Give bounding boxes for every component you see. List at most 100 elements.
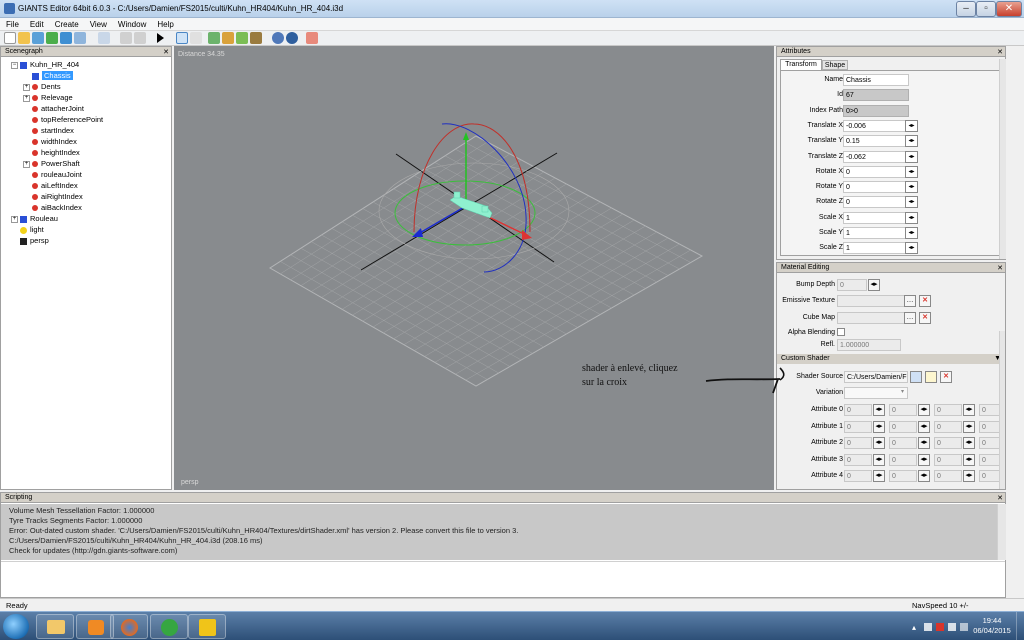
maximize-button[interactable]: ▫ <box>976 1 996 17</box>
value-spinner[interactable]: ◂▸ <box>963 437 975 449</box>
material-scrollbar[interactable] <box>999 331 1005 489</box>
cubemap-field[interactable] <box>837 312 905 324</box>
tab-shape[interactable]: Shape <box>822 60 848 70</box>
attribute-field[interactable]: 1 <box>843 211 909 224</box>
close-icon[interactable]: ✕ <box>997 494 1003 502</box>
expand-icon[interactable]: + <box>23 94 30 102</box>
shader-attribute-field[interactable]: 0 <box>889 470 917 482</box>
menu-window[interactable]: Window <box>112 18 151 30</box>
tray-chevron-icon[interactable]: ▴ <box>912 623 916 632</box>
alpha-checkbox[interactable] <box>837 328 845 336</box>
refresh-icon[interactable] <box>46 32 58 44</box>
snapshot-icon[interactable] <box>98 32 110 44</box>
play-icon[interactable] <box>157 33 164 43</box>
shader-attribute-field[interactable]: 0 <box>889 437 917 449</box>
shader-attribute-field[interactable]: 0 <box>844 470 872 482</box>
value-spinner[interactable]: ◂▸ <box>905 165 918 178</box>
shader-attribute-field[interactable]: 0 <box>934 470 962 482</box>
tree-item[interactable]: + PowerShaft <box>23 158 80 169</box>
tree-item[interactable]: heightIndex <box>23 147 80 158</box>
refl-field[interactable]: 1.000000 <box>837 339 901 351</box>
expand-icon[interactable]: + <box>23 160 30 168</box>
taskbar-firefox[interactable] <box>110 614 148 639</box>
value-spinner[interactable]: ◂▸ <box>905 135 918 148</box>
value-spinner[interactable]: ◂▸ <box>963 453 975 466</box>
shader-attribute-field[interactable]: 0 <box>934 404 962 416</box>
open-folder-icon[interactable] <box>18 32 30 44</box>
new-file-icon[interactable] <box>925 371 937 383</box>
remove-shader-icon[interactable]: ✕ <box>940 371 952 383</box>
browse-button[interactable]: … <box>904 295 916 307</box>
new-file-icon[interactable] <box>4 32 16 44</box>
bump-depth-field[interactable]: 0 <box>837 279 867 291</box>
tree-item[interactable]: + Rouleau <box>11 213 58 224</box>
taskbar-media-player[interactable] <box>76 614 114 639</box>
taskbar-utorrent[interactable] <box>150 614 188 639</box>
shader-attribute-field[interactable]: 0 <box>934 420 962 433</box>
attributes-scrollbar[interactable] <box>999 59 1006 259</box>
shader-source-field[interactable]: C:/Users/Damien/F <box>844 371 908 383</box>
tree-item[interactable]: light <box>11 224 44 235</box>
menu-view[interactable]: View <box>84 18 112 30</box>
undo-icon[interactable] <box>120 32 132 44</box>
tab-transform[interactable]: Transform <box>780 59 822 70</box>
shader-attribute-field[interactable]: 0 <box>889 420 917 433</box>
lasso-tool-icon[interactable] <box>190 32 202 44</box>
shader-attribute-field[interactable]: 0 <box>934 437 962 449</box>
emissive-field[interactable] <box>837 295 905 307</box>
preferences-icon[interactable] <box>286 32 298 44</box>
value-spinner[interactable]: ◂▸ <box>918 404 930 416</box>
value-spinner[interactable]: ◂▸ <box>918 470 930 482</box>
attribute-field[interactable]: 1 <box>843 242 909 255</box>
value-spinner[interactable]: ◂▸ <box>873 470 885 482</box>
value-spinner[interactable]: ◂▸ <box>918 420 930 433</box>
value-spinner[interactable]: ◂▸ <box>873 404 885 416</box>
value-spinner[interactable]: ◂▸ <box>918 453 930 466</box>
shader-attribute-field[interactable]: 0 <box>934 453 962 466</box>
shader-attribute-field[interactable]: 0 <box>889 404 917 416</box>
value-spinner[interactable]: ◂▸ <box>963 420 975 433</box>
redo-icon[interactable] <box>134 32 146 44</box>
attribute-field[interactable]: 0 <box>843 196 909 209</box>
taskbar-explorer[interactable] <box>36 614 74 639</box>
action-center-icon[interactable] <box>936 623 944 631</box>
start-button[interactable] <box>3 614 29 639</box>
bump-depth-spinner[interactable]: ◂▸ <box>868 279 880 291</box>
attribute-field[interactable]: 0.15 <box>843 135 909 148</box>
scripting-scrollbar[interactable] <box>997 504 1006 560</box>
shader-attribute-field[interactable]: 0 <box>889 453 917 466</box>
tree-item[interactable]: − Kuhn_HR_404 <box>11 59 79 70</box>
attribute-field[interactable]: 1 <box>843 227 909 239</box>
tree-item[interactable]: Chassis <box>23 70 73 81</box>
variation-select[interactable] <box>844 387 908 399</box>
tree-item[interactable]: widthIndex <box>23 136 77 147</box>
value-spinner[interactable]: ◂▸ <box>905 150 918 163</box>
open-folder-icon[interactable] <box>910 371 922 383</box>
tree-icon[interactable] <box>250 32 262 44</box>
tree-item[interactable]: persp <box>11 235 49 246</box>
value-spinner[interactable]: ◂▸ <box>905 119 918 132</box>
save-all-icon[interactable] <box>60 32 72 44</box>
attribute-field[interactable]: Chassis <box>843 74 909 86</box>
value-spinner[interactable]: ◂▸ <box>873 453 885 466</box>
show-desktop-button[interactable] <box>1016 612 1024 640</box>
shader-attribute-field[interactable]: 0 <box>844 420 872 433</box>
tree-item[interactable]: aiRightIndex <box>23 191 83 202</box>
menu-create[interactable]: Create <box>49 18 84 30</box>
remove-icon[interactable]: ✕ <box>919 312 931 324</box>
close-icon[interactable]: ✕ <box>997 48 1003 56</box>
select-tool-icon[interactable] <box>176 32 188 44</box>
value-spinner[interactable]: ◂▸ <box>905 211 918 224</box>
shader-attribute-field[interactable]: 0 <box>844 453 872 466</box>
tree-item[interactable]: topReferencePoint <box>23 114 103 125</box>
attribute-field[interactable]: -0.006 <box>843 119 909 132</box>
menu-file[interactable]: File <box>0 18 24 30</box>
close-icon[interactable]: ✕ <box>997 264 1003 272</box>
3d-viewport[interactable]: Distance 34.35 persp <box>174 46 774 490</box>
network-icon[interactable] <box>924 623 932 631</box>
close-icon[interactable]: ✕ <box>163 48 169 56</box>
menu-edit[interactable]: Edit <box>24 18 49 30</box>
tree-item[interactable]: + Relevage <box>23 92 73 103</box>
minimize-button[interactable]: ‒ <box>956 1 976 17</box>
expand-icon[interactable]: + <box>23 83 30 91</box>
